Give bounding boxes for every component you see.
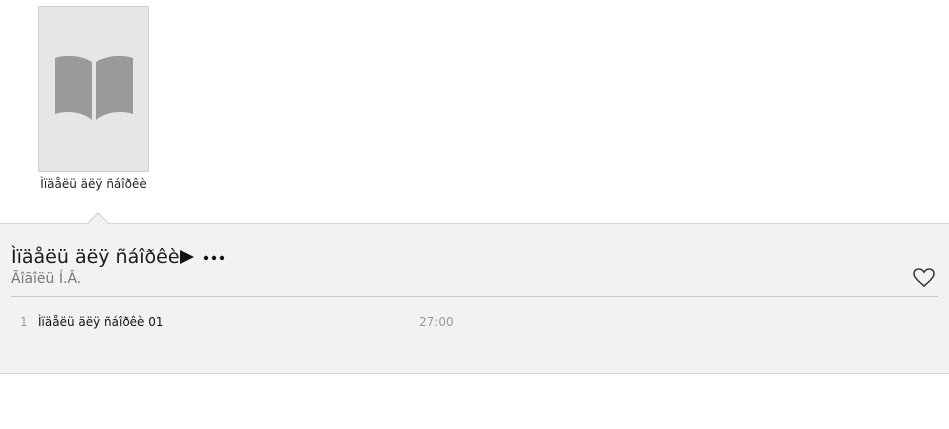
open-book-icon [54,55,133,121]
track-number: 1 [20,315,28,329]
album-details-panel: Ìïäåëü äëÿ ñáîðêè Ãîãîëü Í.Â. 1 Ìïäåëü ä… [0,223,949,374]
more-options-button[interactable] [203,250,225,264]
play-icon [180,250,194,264]
audiobook-card[interactable]: Ìïäåëü äëÿ ñáîðêè [38,6,149,191]
library-view: Ìïäåëü äëÿ ñáîðêè Ìïäåëü äëÿ ñáîðêè Ãîãî… [0,0,949,429]
more-icon [203,255,225,261]
selection-pointer-fill [87,214,109,225]
track-row[interactable]: 1 Ìïäåëü äëÿ ñáîðêè 01 27:00 [0,312,949,334]
divider [11,296,938,297]
album-title: Ìïäåëü äëÿ ñáîðêè [11,246,180,268]
audiobook-cover[interactable] [38,6,149,172]
track-duration: 27:00 [419,315,454,329]
track-name[interactable]: Ìïäåëü äëÿ ñáîðêè 01 [38,315,164,329]
album-artist[interactable]: Ãîãîëü Í.Â. [11,271,81,287]
audiobook-title[interactable]: Ìïäåëü äëÿ ñáîðêè [30,177,157,191]
play-button[interactable] [179,249,195,265]
love-button[interactable] [913,268,935,288]
heart-icon [913,268,935,287]
